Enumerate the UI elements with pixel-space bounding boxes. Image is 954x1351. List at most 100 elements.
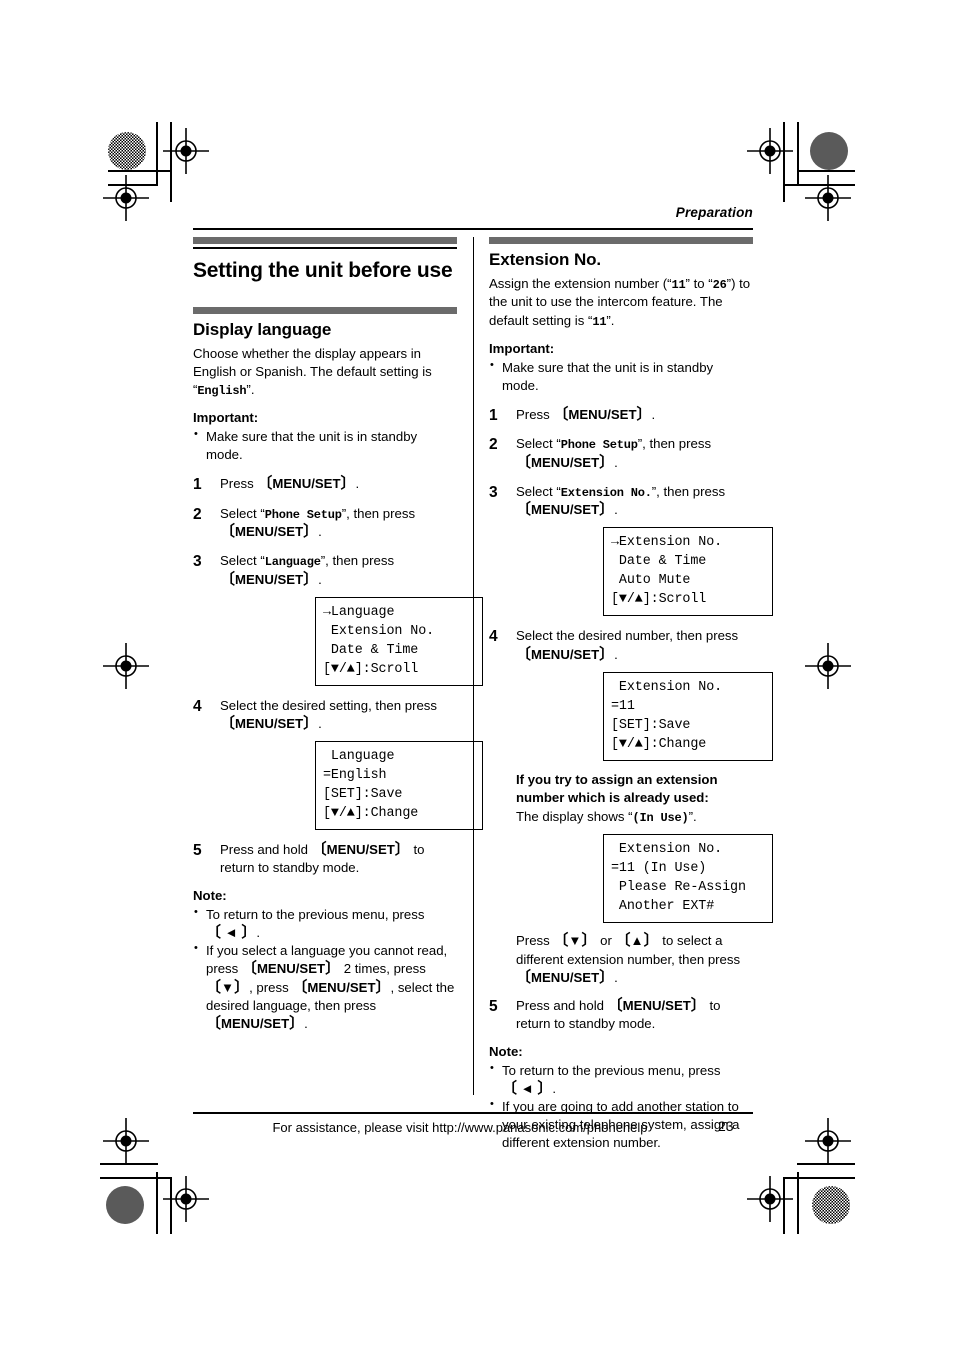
step-3-right: 3 Select “Extension No.”, then press 〔ME… xyxy=(489,483,773,617)
lcd-extension-no-menu: →Extension No. Date & Time Auto Mute [▼/… xyxy=(603,527,773,617)
intro-text-b: ”. xyxy=(246,381,255,397)
section-bar-extension-no xyxy=(489,237,753,244)
list-item: Make sure that the unit is in standby mo… xyxy=(193,427,457,464)
running-head: Preparation xyxy=(675,205,753,220)
footer-assistance-label: For assistance, please visit http://www.… xyxy=(272,1120,648,1135)
list-item: To return to the previous menu, press 〔 … xyxy=(193,905,457,942)
step-text: Select “Phone Setup”, then press 〔MENU/S… xyxy=(516,436,712,471)
step-text: Select “Language”, then press 〔MENU/SET〕… xyxy=(220,553,395,588)
in-use-after-text: Press 〔▼〕 or 〔▲〕 to select a different e… xyxy=(516,932,741,986)
step-2-right: 2 Select “Phone Setup”, then press 〔MENU… xyxy=(489,435,753,472)
steps-display-language: 1 Press 〔MENU/SET〕. 2 Select “Phone Setu… xyxy=(193,475,483,877)
left-column: Setting the unit before use Display lang… xyxy=(193,237,483,1033)
section-title-display-language: Display language xyxy=(193,319,332,339)
step-5-right: 5 Press and hold 〔MENU/SET〕 to return to… xyxy=(489,997,753,1033)
chapter-bar-gray xyxy=(193,237,457,244)
step-text: Press and hold 〔MENU/SET〕 to return to s… xyxy=(516,996,721,1031)
step-4-right: 4 Select the desired number, then press … xyxy=(489,627,773,986)
key-menu-set: 〔MENU/SET〕 xyxy=(516,645,615,663)
in-use-text-b: ”. xyxy=(688,808,697,824)
menu-item-extension-no: Extension No. xyxy=(560,485,652,500)
footer-assistance-text: For assistance, please visit http://www.… xyxy=(193,1120,753,1135)
key-menu-set: 〔MENU/SET〕 xyxy=(220,714,319,732)
chapter-title: Setting the unit before use xyxy=(193,259,453,282)
intro-mono-26: 26 xyxy=(712,278,727,292)
key-up-arrow: 〔▲〕 xyxy=(615,932,659,950)
step-1-left: 1 Press 〔MENU/SET〕. xyxy=(193,475,457,493)
step-text: Select “Phone Setup”, then press 〔MENU/S… xyxy=(220,505,416,540)
key-menu-set: 〔MENU/SET〕 xyxy=(311,841,410,858)
step-number: 1 xyxy=(489,407,498,425)
key-left-arrow: 〔 ◄ 〕 xyxy=(502,1079,553,1097)
important-label-left: Important: xyxy=(193,410,259,426)
lcd-display-language-setting: Language =English [SET]:Save [▼/▲]:Chang… xyxy=(315,740,483,830)
key-left-arrow: 〔 ◄ 〕 xyxy=(206,924,257,942)
in-use-heading: If you try to assign an extension number… xyxy=(516,771,718,805)
section-title-extension-no: Extension No. xyxy=(489,250,602,269)
intro-text-a: Assign the extension number (“ xyxy=(489,276,672,291)
note-bullets-right: To return to the previous menu, press 〔 … xyxy=(489,1061,753,1152)
page-number: 23 xyxy=(718,1118,734,1134)
step-number: 4 xyxy=(489,628,498,646)
menu-item-phone-setup: Phone Setup xyxy=(264,507,342,522)
steps-extension-no: 1 Press 〔MENU/SET〕. 2 Select “Phone Setu… xyxy=(489,406,773,1033)
step-number: 1 xyxy=(193,476,202,494)
extension-no-intro: Assign the extension number (“11” to “26… xyxy=(489,275,753,330)
important-bullets-left: Make sure that the unit is in standby mo… xyxy=(193,427,457,464)
note-bullets-left: To return to the previous menu, press 〔 … xyxy=(193,905,457,1033)
key-menu-set: 〔MENU/SET〕 xyxy=(220,570,319,588)
step-text: Press 〔MENU/SET〕. xyxy=(516,406,656,424)
note-label-left: Note: xyxy=(193,888,227,904)
in-use-mono: (In Use) xyxy=(632,810,689,825)
footer-rule xyxy=(193,1112,753,1114)
key-menu-set: 〔MENU/SET〕 xyxy=(292,978,391,996)
key-menu-set: 〔MENU/SET〕 xyxy=(516,968,615,986)
intro-text-b: ” to “ xyxy=(685,276,713,291)
step-text: Select the desired setting, then press 〔… xyxy=(220,697,437,732)
important-label-right: Important: xyxy=(489,340,555,356)
key-menu-set: 〔MENU/SET〕 xyxy=(220,523,319,540)
step-3-left: 3 Select “Language”, then press 〔MENU/SE… xyxy=(193,552,483,686)
step-number: 3 xyxy=(193,553,202,571)
intro-mono-english: English xyxy=(197,383,247,398)
step-text: Press 〔MENU/SET〕. xyxy=(220,475,360,493)
step-number: 2 xyxy=(489,436,498,454)
step-5-left: 5 Press and hold 〔MENU/SET〕 to return to… xyxy=(193,841,457,877)
right-column: Extension No. Assign the extension numbe… xyxy=(489,237,773,1152)
key-menu-set: 〔MENU/SET〕 xyxy=(607,996,706,1014)
menu-item-phone-setup: Phone Setup xyxy=(560,438,638,453)
chapter-bar xyxy=(193,237,457,249)
step-2-left: 2 Select “Phone Setup”, then press 〔MENU… xyxy=(193,505,457,542)
lcd-display-language-menu: →Language Extension No. Date & Time [▼/▲… xyxy=(315,596,483,686)
list-item: To return to the previous menu, press 〔 … xyxy=(489,1061,753,1098)
important-bullets-right: Make sure that the unit is in standby mo… xyxy=(489,358,753,395)
intro-mono-11b: 11 xyxy=(592,314,607,329)
step-text: Select “Extension No.”, then press 〔MENU… xyxy=(516,483,726,519)
display-language-intro: Choose whether the display appears in En… xyxy=(193,345,457,400)
key-down-arrow: 〔▼〕 xyxy=(553,932,597,950)
step-1-right: 1 Press 〔MENU/SET〕. xyxy=(489,406,753,424)
step-text: Press and hold 〔MENU/SET〕 to return to s… xyxy=(220,841,425,876)
list-item: Make sure that the unit is in standby mo… xyxy=(489,358,753,395)
menu-item-language: Language xyxy=(264,555,321,570)
step-number: 5 xyxy=(489,997,498,1015)
lcd-extension-no-setting: Extension No. =11 [SET]:Save [▼/▲]:Chang… xyxy=(603,671,773,761)
key-menu-set: 〔MENU/SET〕 xyxy=(553,406,652,424)
in-use-text-a: The display shows “ xyxy=(516,808,633,824)
step-4-left: 4 Select the desired setting, then press… xyxy=(193,697,483,830)
step-number: 4 xyxy=(193,697,202,715)
intro-mono-11a: 11 xyxy=(671,278,686,292)
key-menu-set: 〔MENU/SET〕 xyxy=(241,960,341,978)
key-menu-set: 〔MENU/SET〕 xyxy=(206,1014,305,1032)
step-number: 2 xyxy=(193,505,202,523)
step-number: 5 xyxy=(193,842,202,859)
step-text: Select the desired number, then press 〔M… xyxy=(516,628,739,663)
header-rule xyxy=(193,228,753,230)
chapter-bar-rule xyxy=(193,246,457,249)
note-label-right: Note: xyxy=(489,1043,523,1059)
step-number: 3 xyxy=(489,483,498,501)
key-menu-set: 〔MENU/SET〕 xyxy=(257,475,356,493)
in-use-text: The display shows “(In Use)”. xyxy=(516,808,753,826)
section-bar-display-language xyxy=(193,306,457,314)
manual-page: Preparation Setting the unit before use … xyxy=(0,0,954,1351)
